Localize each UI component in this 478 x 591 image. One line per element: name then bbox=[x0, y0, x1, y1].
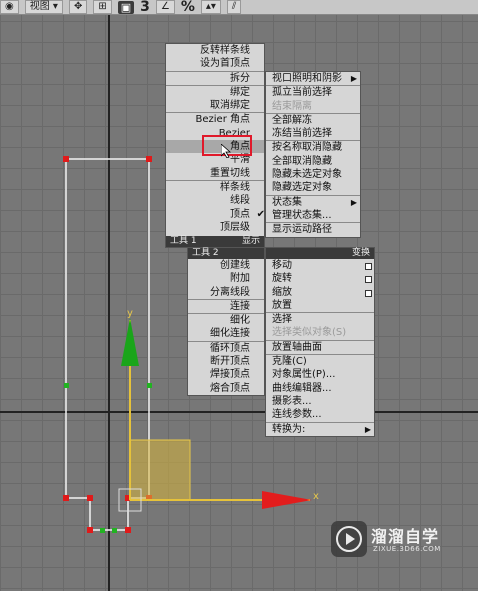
menu-item-freeze-selection[interactable]: 冻结当前选择 bbox=[266, 127, 360, 140]
quad-menu-tools2: 工具 2 创建线 附加 分离线段 连接 细化 细化连接 循环顶点 断开顶点 焊接… bbox=[187, 247, 265, 396]
menu-item-hide-selection[interactable]: 隐藏选定对象 bbox=[266, 181, 360, 194]
quad-header-tools2: 工具 2 bbox=[188, 248, 264, 259]
gizmo-y-label: y bbox=[127, 308, 133, 319]
quad-label-tools2: 工具 2 bbox=[192, 248, 219, 258]
menu-item-unbind[interactable]: 取消绑定 bbox=[166, 99, 264, 112]
menu-item-break-vertices[interactable]: 断开顶点 bbox=[188, 355, 264, 368]
tangent-handle bbox=[64, 383, 69, 388]
mouse-cursor-icon bbox=[221, 144, 231, 158]
settings-box-icon[interactable] bbox=[365, 263, 372, 270]
menu-item-attach[interactable]: 附加 bbox=[188, 272, 264, 285]
gizmo-y-arrow bbox=[121, 318, 139, 366]
menu-item-scale[interactable]: 缩放 bbox=[266, 286, 374, 299]
gizmo-x-arrow bbox=[262, 491, 312, 509]
watermark: 溜溜自学 ZIXUE.3D66.COM bbox=[331, 521, 451, 577]
menu-item-cycle-vertices[interactable]: 循环顶点 bbox=[188, 340, 264, 355]
menu-item-convert-to[interactable]: 转换为: ▶ bbox=[266, 421, 374, 436]
menu-item-manage-state-sets[interactable]: 管理状态集... bbox=[266, 209, 360, 222]
menu-item-top-level[interactable]: 顶层级 bbox=[166, 221, 264, 234]
quad-label-display: 显示 bbox=[241, 236, 260, 247]
quad-label-tools1: 工具 1 bbox=[170, 236, 197, 247]
submenu-arrow-icon: ▶ bbox=[350, 74, 357, 83]
quad-menu-transform: 变换 移动 旋转 缩放 放置 选择 选择类似对象(S) 放置轴曲面 克隆(C) … bbox=[265, 247, 375, 437]
menu-item-state-sets[interactable]: 状态集 ▶ bbox=[266, 194, 360, 209]
settings-box-icon[interactable] bbox=[365, 276, 372, 284]
menu-item-move[interactable]: 移动 bbox=[266, 259, 374, 272]
vertex-handle bbox=[87, 527, 93, 533]
watermark-logo-icon bbox=[331, 521, 367, 557]
menu-item-reset-tangents[interactable]: 重置切线 bbox=[166, 167, 264, 180]
menu-item-refine-connect[interactable]: 细化连接 bbox=[188, 327, 264, 340]
menu-item-dope-sheet[interactable]: 摄影表... bbox=[266, 395, 374, 408]
menu-item-place-pivot-surface[interactable]: 放置轴曲面 bbox=[266, 339, 374, 354]
menu-item-reverse-spline[interactable]: 反转样条线 bbox=[166, 44, 264, 57]
menu-item-select-similar: 选择类似对象(S) bbox=[272, 327, 347, 339]
checkmark-icon: ✔ bbox=[256, 208, 265, 220]
settings-box-icon[interactable] bbox=[365, 289, 372, 297]
menu-item-unhide-by-name[interactable]: 按名称取消隐藏 bbox=[266, 140, 360, 154]
menu-item-bezier-corner[interactable]: Bezier 角点 bbox=[166, 112, 264, 126]
gizmo-plane-handle bbox=[129, 439, 191, 501]
menu-item-detach-segment[interactable]: 分离线段 bbox=[188, 286, 264, 299]
menu-item-refine[interactable]: 细化 bbox=[188, 313, 264, 327]
menu-item-curve-editor[interactable]: 曲线编辑器... bbox=[266, 382, 374, 395]
vertex-handle bbox=[146, 156, 152, 162]
submenu-arrow-icon: ▶ bbox=[350, 197, 357, 207]
tangent-handle bbox=[147, 383, 152, 388]
watermark-url: ZIXUE.3D66.COM bbox=[373, 545, 441, 553]
menu-item-wire-parameters[interactable]: 连线参数... bbox=[266, 408, 374, 421]
menu-item-make-first[interactable]: 设为首顶点 bbox=[166, 57, 264, 70]
menu-item-vertex[interactable]: 顶点 ✔ bbox=[166, 208, 265, 221]
menu-item-isolate[interactable]: 孤立当前选择 bbox=[266, 85, 360, 99]
menu-item-hide-unselected[interactable]: 隐藏未选定对象 bbox=[266, 168, 360, 181]
menu-item-spline[interactable]: 样条线 bbox=[166, 179, 264, 194]
menu-item-place[interactable]: 放置 bbox=[266, 299, 374, 312]
menu-item-clone[interactable]: 克隆(C) bbox=[266, 354, 374, 368]
menu-item-select[interactable]: 选择 bbox=[266, 312, 374, 326]
menu-item-rotate-label: 旋转 bbox=[272, 273, 292, 285]
tangent-handle bbox=[100, 528, 105, 533]
menu-item-rotate[interactable]: 旋转 bbox=[266, 272, 374, 285]
watermark-title: 溜溜自学 bbox=[371, 527, 440, 546]
menu-item-unfreeze-all[interactable]: 全部解冻 bbox=[266, 112, 360, 127]
menu-item-end-isolate: 结束隔离 bbox=[272, 100, 312, 112]
menu-item-vertex-label: 顶点 bbox=[230, 208, 250, 220]
menu-item-viewport-lighting[interactable]: 视口照明和阴影 ▶ bbox=[266, 72, 360, 85]
gizmo-x-label: x bbox=[313, 491, 319, 502]
vertex-handle bbox=[63, 495, 69, 501]
menu-item-unhide-all[interactable]: 全部取消隐藏 bbox=[266, 155, 360, 168]
submenu-arrow-icon: ▶ bbox=[364, 424, 371, 434]
menu-item-create-line[interactable]: 创建线 bbox=[188, 259, 264, 272]
vertex-handle bbox=[63, 156, 69, 162]
menu-item-state-sets-label: 状态集 bbox=[272, 196, 302, 208]
menu-item-object-properties[interactable]: 对象属性(P)... bbox=[266, 368, 374, 381]
menu-item-scale-label: 缩放 bbox=[272, 286, 292, 298]
menu-item-segment[interactable]: 线段 bbox=[166, 194, 264, 207]
menu-item-divide[interactable]: 拆分 bbox=[166, 70, 264, 85]
menu-item-motion-paths[interactable]: 显示运动路径 bbox=[266, 222, 360, 236]
quad-label-transform: 变换 bbox=[351, 248, 370, 258]
menu-item-move-label: 移动 bbox=[272, 260, 292, 271]
menu-item-weld-vertices[interactable]: 焊接顶点 bbox=[188, 368, 264, 381]
vertex-handle bbox=[125, 527, 131, 533]
quad-menu-display: 视口照明和阴影 ▶ 孤立当前选择 结束隔离 全部解冻 冻结当前选择 按名称取消隐藏… bbox=[265, 71, 361, 238]
quad-header-transform: 变换 bbox=[266, 248, 374, 259]
vertex-handle bbox=[87, 495, 93, 501]
menu-item-viewport-lighting-label: 视口照明和阴影 bbox=[272, 73, 342, 84]
menu-item-connect[interactable]: 连接 bbox=[188, 298, 264, 313]
menu-item-convert-to-label: 转换为: bbox=[272, 423, 306, 435]
menu-item-bind[interactable]: 绑定 bbox=[166, 84, 264, 99]
menu-item-fuse-vertices[interactable]: 熔合顶点 bbox=[188, 382, 264, 395]
quad-header-tools1: 工具 1 显示 bbox=[166, 236, 264, 248]
tangent-handle bbox=[112, 528, 117, 533]
